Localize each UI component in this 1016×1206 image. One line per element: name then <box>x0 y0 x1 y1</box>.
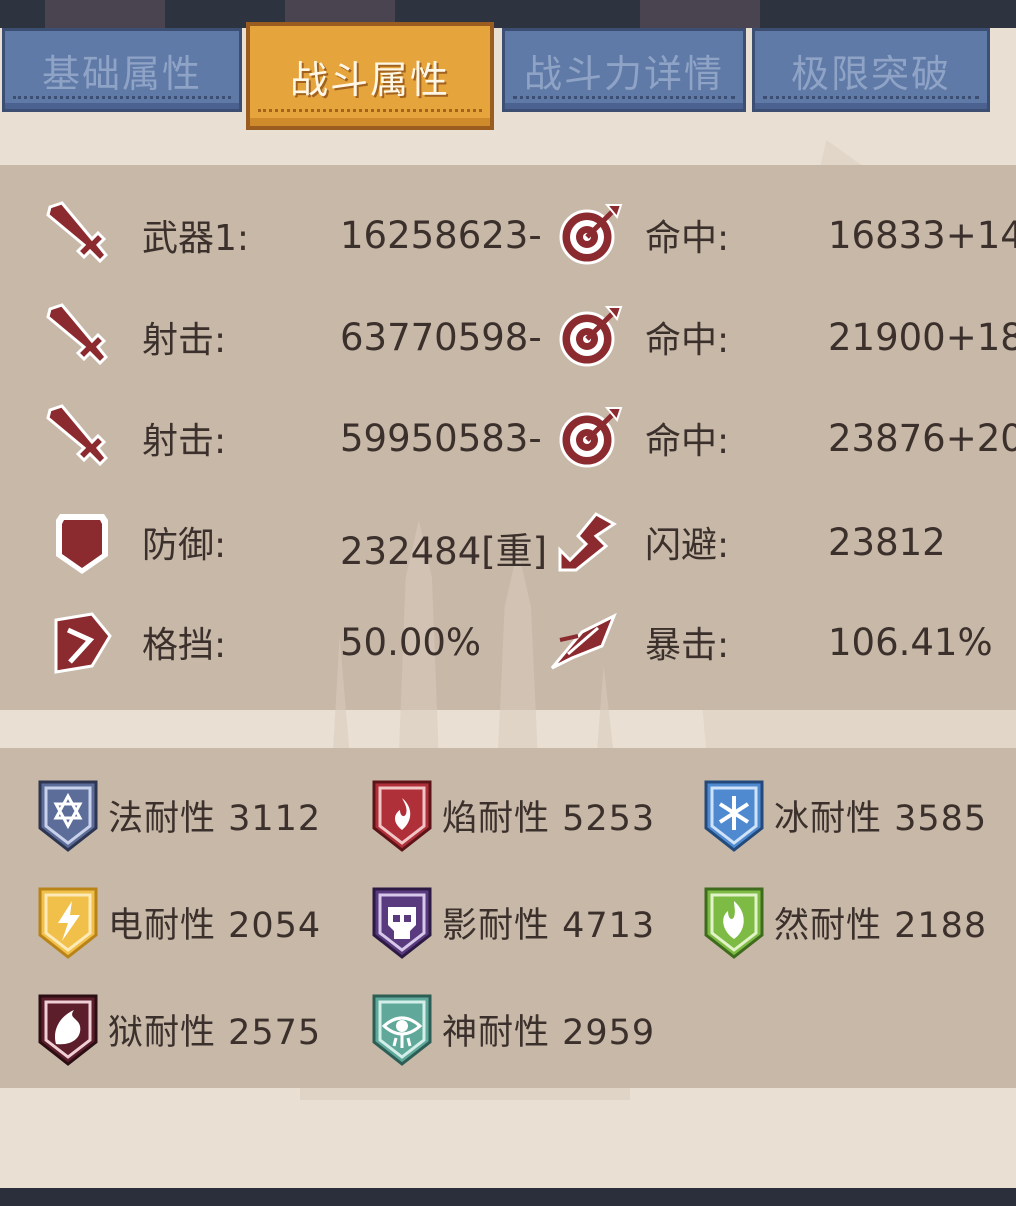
stat-label: 命中: <box>645 421 730 462</box>
resistance-label: 神耐性 2959 <box>442 1012 656 1053</box>
sword-icon <box>40 301 112 373</box>
resistance-label: 焰耐性 5253 <box>442 798 656 839</box>
stat-label: 闪避: <box>645 525 730 566</box>
resistance-label: 狱耐性 2575 <box>108 1012 322 1053</box>
sword-icon <box>40 402 112 474</box>
resistance-label: 影耐性 4713 <box>442 905 656 946</box>
stat-value: 23812 <box>828 521 946 564</box>
top-strip-block <box>45 0 165 28</box>
stat-label: 防御: <box>142 525 227 566</box>
eye-icon <box>372 994 432 1066</box>
stat-value: 50.00% <box>340 621 482 664</box>
target-icon <box>555 199 627 271</box>
resistance-item: 狱耐性 2575 <box>34 989 321 1069</box>
crit-icon <box>548 606 620 678</box>
skull-icon <box>372 887 432 959</box>
target-icon <box>555 402 627 474</box>
stat-row: 防御: <box>46 502 226 582</box>
stat-row: 命中: <box>555 297 729 377</box>
stat-value: 232484[重] <box>340 530 548 573</box>
resistance-item: 焰耐性 5253 <box>368 775 655 855</box>
tab-label: 基础属性 <box>41 51 202 96</box>
stat-label: 武器1: <box>142 218 250 259</box>
stat-row: 命中: <box>555 195 729 275</box>
stat-label: 命中: <box>645 218 730 259</box>
stat-value: 106.41% <box>828 621 993 664</box>
resistance-item: 神耐性 2959 <box>368 989 655 1069</box>
stat-label: 射击: <box>142 320 227 361</box>
shield-icon <box>46 506 118 578</box>
star-of-david-icon <box>38 780 98 852</box>
stat-label: 暴击: <box>645 625 730 666</box>
resistance-item: 电耐性 2054 <box>34 882 321 962</box>
claw-icon <box>38 994 98 1066</box>
stat-row: 武器1: <box>40 195 249 275</box>
stat-row: 暴击: <box>548 602 729 682</box>
resistance-label: 法耐性 3112 <box>108 798 322 839</box>
resistance-item: 影耐性 4713 <box>368 882 655 962</box>
tab-label: 战斗力详情 <box>523 51 724 96</box>
stat-value: 21900+18 <box>828 316 1016 359</box>
stat-label: 射击: <box>142 421 227 462</box>
top-strip <box>0 0 1016 28</box>
stat-row: 射击: <box>40 297 226 377</box>
target-icon <box>555 301 627 373</box>
dodge-icon <box>552 506 624 578</box>
stat-label: 命中: <box>645 320 730 361</box>
stat-row: 格挡: <box>46 602 226 682</box>
resistance-item: 然耐性 2188 <box>700 882 987 962</box>
bottom-strip <box>0 1188 1016 1206</box>
snowflake-icon <box>704 780 764 852</box>
sword-icon <box>40 199 112 271</box>
stat-value: 23876+20 <box>828 417 1016 460</box>
block-icon <box>46 606 118 678</box>
resistance-label: 冰耐性 3585 <box>774 798 988 839</box>
stat-row: 命中: <box>555 398 729 478</box>
stat-row: 闪避: <box>552 502 729 582</box>
tab-basic-attributes[interactable]: 基础属性 <box>2 28 242 112</box>
flame-icon <box>372 780 432 852</box>
resistance-item: 冰耐性 3585 <box>700 775 987 855</box>
tab-label: 极限突破 <box>790 51 951 96</box>
top-strip-block <box>640 0 760 28</box>
tab-combat-power-details[interactable]: 战斗力详情 <box>502 28 746 112</box>
tab-limit-break[interactable]: 极限突破 <box>752 28 990 112</box>
nature-flame-icon <box>704 887 764 959</box>
stat-label: 格挡: <box>142 625 227 666</box>
stat-row: 射击: <box>40 398 226 478</box>
resistance-label: 然耐性 2188 <box>774 905 988 946</box>
resistance-item: 法耐性 3112 <box>34 775 321 855</box>
stat-value: 16258623- <box>340 214 542 257</box>
tab-battle-attributes[interactable]: 战斗属性 <box>246 22 494 130</box>
stat-value: 16833+14 <box>828 214 1016 257</box>
lightning-icon <box>38 887 98 959</box>
tab-label: 战斗属性 <box>289 57 450 102</box>
stat-value: 63770598- <box>340 316 542 359</box>
stat-value: 59950583- <box>340 417 542 460</box>
resistance-label: 电耐性 2054 <box>108 905 322 946</box>
